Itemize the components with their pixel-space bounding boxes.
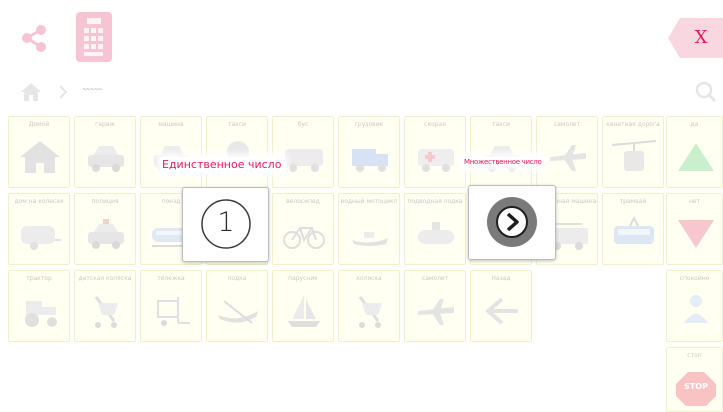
plural-title: Множественное число <box>462 157 544 167</box>
singular-option-button[interactable]: 1 <box>182 187 269 262</box>
play-circle-icon <box>487 197 537 247</box>
singular-title: Единственное число <box>160 157 284 172</box>
number-dialog: Единственное число 1 Множественное число <box>0 0 723 412</box>
singular-value: 1 <box>217 207 235 238</box>
plural-option-button[interactable] <box>468 185 556 260</box>
